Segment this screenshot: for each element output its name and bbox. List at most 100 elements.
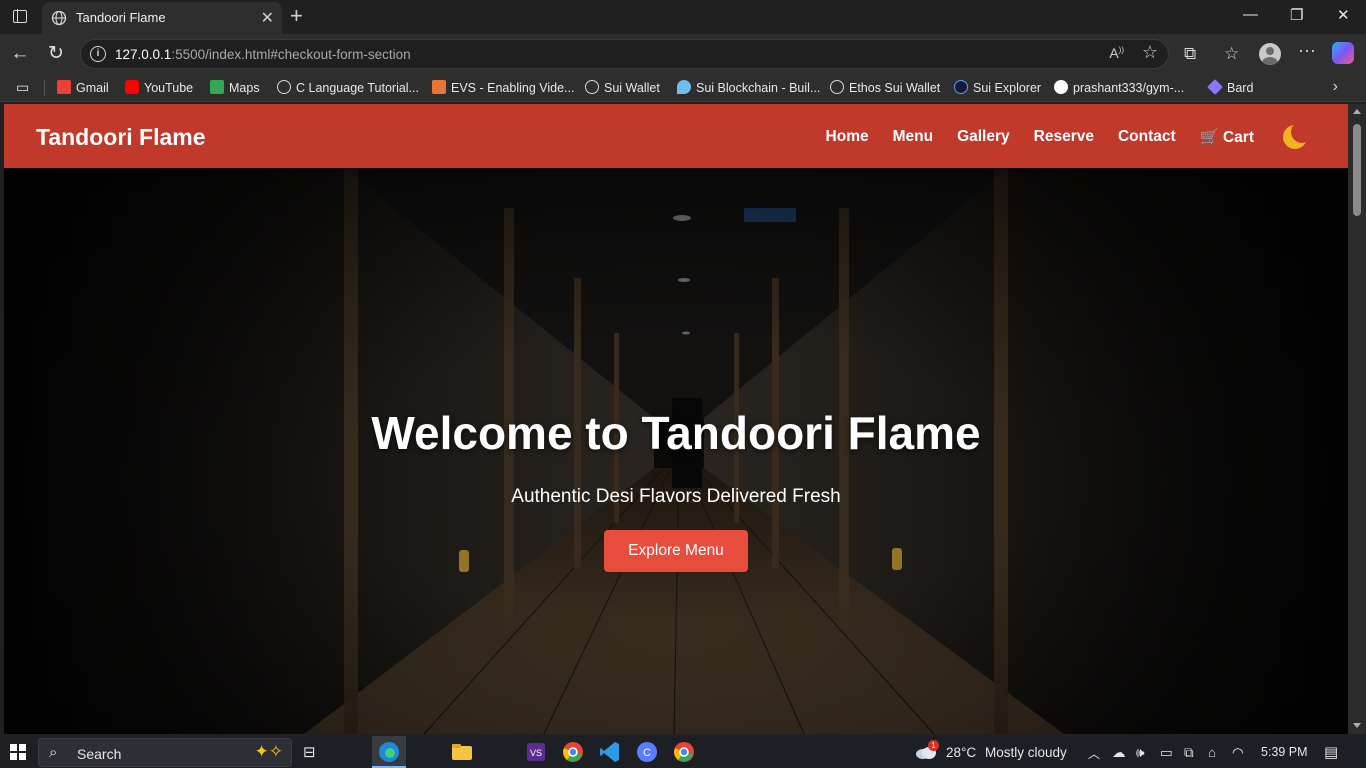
cart-icon: 🛒 <box>1199 128 1219 146</box>
bookmark-bard[interactable]: Bard <box>1207 79 1254 95</box>
url-input[interactable]: i 127.0.0.1:5500/index.html#checkout-for… <box>80 39 1169 69</box>
visual-studio-icon[interactable]: VS <box>524 740 548 764</box>
window-close-icon[interactable]: ✕ <box>1337 6 1350 24</box>
url-host: 127.0.0.1 <box>115 47 172 62</box>
device-icon[interactable]: ⌂ <box>1208 745 1216 760</box>
taskbar-search-box[interactable]: ⌕ Search ✦✧ <box>38 738 292 767</box>
youtube-icon <box>125 80 139 94</box>
page-scrollbar[interactable] <box>1348 104 1366 734</box>
new-tab-icon[interactable]: + <box>290 3 303 29</box>
minimize-icon[interactable]: — <box>1243 6 1258 23</box>
clipboard-icon[interactable]: ⧉ <box>1184 745 1194 761</box>
github-icon <box>1054 80 1068 94</box>
chrome-icon[interactable] <box>561 740 585 764</box>
bookmark-label: Bard <box>1227 81 1254 95</box>
bookmark-github[interactable]: prashant333/gym-... <box>1054 80 1184 95</box>
more-options-icon[interactable]: ··· <box>1298 40 1316 61</box>
dark-mode-toggle-moon-icon[interactable] <box>1280 121 1313 152</box>
windows-taskbar: ⌕ Search ✦✧ ⊟ VS C 1 28°C Mostly cloudy … <box>0 736 1366 768</box>
back-icon[interactable]: ← <box>8 42 32 66</box>
edge-icon[interactable] <box>377 740 401 764</box>
profile-avatar[interactable] <box>1259 43 1281 65</box>
favorites-icon[interactable]: ☆ <box>1224 44 1239 64</box>
weather-badge: 1 <box>928 740 939 751</box>
hero-title: Welcome to Tandoori Flame <box>371 407 981 459</box>
site-navbar: Tandoori Flame Home Menu Gallery Reserve… <box>4 104 1348 168</box>
hero-content: Welcome to Tandoori Flame Authentic Desi… <box>4 406 1348 572</box>
temperature[interactable]: 28°C <box>946 745 976 760</box>
show-hidden-icons-chevron-icon[interactable]: ︿ <box>1088 745 1100 762</box>
chevron-right-icon[interactable]: › <box>1333 78 1338 96</box>
copilot-icon[interactable] <box>1332 42 1354 64</box>
search-label: Search <box>77 746 122 762</box>
globe-icon <box>51 10 67 26</box>
svg-text:C: C <box>643 747 651 759</box>
scroll-down-icon[interactable] <box>1353 723 1361 728</box>
bookmark-sui-explorer[interactable]: Sui Explorer <box>954 80 1041 95</box>
hero-subtitle: Authentic Desi Flavors Delivered Fresh <box>511 486 841 507</box>
bookmark-evs[interactable]: EVS - Enabling Vide... <box>432 80 574 95</box>
vscode-icon[interactable] <box>598 740 622 764</box>
task-view-icon[interactable]: ⊟ <box>303 743 316 761</box>
globe-icon <box>830 80 844 94</box>
globe-icon <box>277 80 291 94</box>
site-info-icon[interactable]: i <box>90 46 106 62</box>
sui-drop-icon <box>677 80 691 94</box>
favorite-star-icon[interactable]: ☆ <box>1142 42 1158 63</box>
bookmark-label: Sui Wallet <box>604 81 660 95</box>
nav-home[interactable]: Home <box>826 128 869 146</box>
svg-text:VS: VS <box>530 748 542 758</box>
tab-title: Tandoori Flame <box>76 10 166 25</box>
explore-menu-button[interactable]: Explore Menu <box>604 530 748 572</box>
bookmark-gmail[interactable]: Gmail <box>57 80 109 95</box>
bookmark-ethos[interactable]: Ethos Sui Wallet <box>830 80 940 95</box>
restore-icon[interactable]: ❐ <box>1290 6 1303 24</box>
bookmark-label: Sui Explorer <box>973 81 1042 95</box>
bookmark-sui-blockchain[interactable]: Sui Blockchain - Buil... <box>677 80 820 95</box>
bookmark-divider <box>44 80 45 96</box>
bookmark-youtube[interactable]: YouTube <box>125 80 193 95</box>
bookmark-label: YouTube <box>144 81 194 95</box>
browser-tab[interactable]: Tandoori Flame ✕ <box>42 2 282 34</box>
bookmark-label: Ethos Sui Wallet <box>849 81 941 95</box>
nav-contact[interactable]: Contact <box>1118 128 1176 146</box>
sidebar-toggle-icon[interactable]: ▭ <box>16 79 29 96</box>
clock-time[interactable]: 5:39 PM <box>1261 745 1308 759</box>
nav-reserve[interactable]: Reserve <box>1034 128 1094 146</box>
notifications-icon[interactable]: ▤ <box>1324 743 1338 761</box>
nav-menu[interactable]: Menu <box>893 128 933 146</box>
refresh-icon[interactable]: ↻ <box>44 42 68 66</box>
close-tab-icon[interactable]: ✕ <box>261 8 274 28</box>
scroll-up-icon[interactable] <box>1353 109 1361 114</box>
nav-cart[interactable]: 🛒 Cart <box>1200 128 1254 147</box>
url-text: 127.0.0.1:5500/index.html#checkout-form-… <box>115 47 411 62</box>
sui-explorer-icon <box>954 80 968 94</box>
bookmark-label: EVS - Enabling Vide... <box>451 81 575 95</box>
nav-cart-label: Cart <box>1222 128 1254 146</box>
bard-icon <box>1207 79 1223 95</box>
weather-description[interactable]: Mostly cloudy <box>985 745 1067 760</box>
volume-icon[interactable]: 🕪 <box>1136 745 1145 761</box>
bookmark-c-language[interactable]: C Language Tutorial... <box>277 80 419 95</box>
bookmark-sui-wallet[interactable]: Sui Wallet <box>585 80 660 95</box>
hero-section: Welcome to Tandoori Flame Authentic Desi… <box>4 168 1348 734</box>
file-explorer-icon[interactable] <box>450 740 474 764</box>
gmail-icon <box>57 80 71 94</box>
chrome-profile-icon[interactable] <box>672 740 696 764</box>
bookmark-label: C Language Tutorial... <box>296 81 419 95</box>
evs-icon <box>432 80 446 94</box>
bookmark-maps[interactable]: Maps <box>210 80 260 95</box>
url-path: :5500/index.html#checkout-form-section <box>171 47 411 62</box>
cloud-sync-icon[interactable]: ☁ <box>1112 745 1126 761</box>
nav-gallery[interactable]: Gallery <box>957 128 1010 146</box>
battery-icon[interactable]: ▭ <box>1160 745 1173 761</box>
extensions-icon[interactable]: ⧉ <box>1184 44 1196 64</box>
tab-actions-icon[interactable] <box>8 6 32 28</box>
nav-links: Home Menu Gallery Reserve Contact 🛒 Cart <box>802 121 1313 152</box>
scrollbar-thumb[interactable] <box>1353 124 1361 216</box>
site-brand[interactable]: Tandoori Flame <box>36 124 206 151</box>
read-aloud-icon[interactable]: A)) <box>1109 45 1124 61</box>
windows-start-icon[interactable] <box>10 744 26 760</box>
wifi-icon[interactable]: ◠ <box>1232 745 1244 761</box>
app-c-icon[interactable]: C <box>635 740 659 764</box>
